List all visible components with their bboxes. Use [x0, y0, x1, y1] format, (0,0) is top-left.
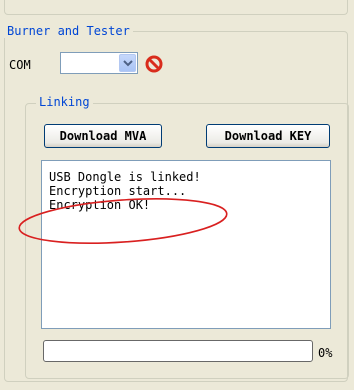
burner-tester-legend: Burner and Tester [4, 24, 133, 38]
com-port-select[interactable] [60, 52, 138, 74]
progress-bar [43, 340, 313, 362]
upper-group-remnant [4, 0, 348, 15]
no-entry-icon[interactable] [145, 55, 163, 73]
chevron-down-icon [123, 60, 133, 67]
log-output[interactable]: USB Dongle is linked! Encryption start..… [41, 160, 331, 329]
download-key-button[interactable]: Download KEY [206, 124, 330, 148]
download-mva-button[interactable]: Download MVA [44, 124, 162, 148]
dropdown-button[interactable] [119, 54, 136, 72]
linking-legend: Linking [36, 95, 93, 109]
log-line: Encryption OK! [49, 198, 151, 212]
log-line: USB Dongle is linked! [49, 170, 201, 184]
log-line: Encryption start... [49, 184, 187, 198]
progress-percent: 0% [318, 346, 333, 360]
com-label: COM [9, 58, 31, 72]
